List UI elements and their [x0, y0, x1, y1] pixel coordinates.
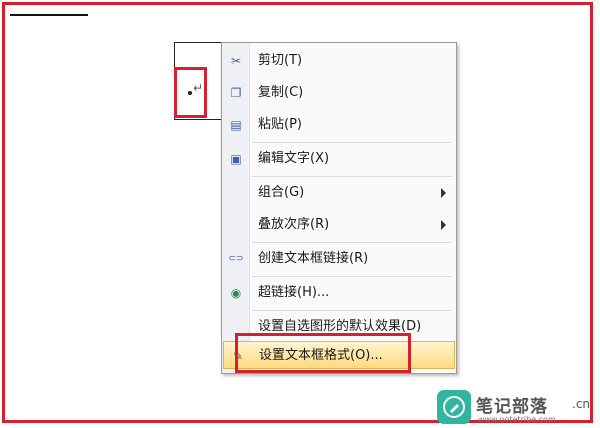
- copy-icon: ❐: [230, 86, 242, 100]
- menu-item-label: 创建文本框链接(R): [258, 251, 369, 266]
- watermark-brand: 笔记部落: [476, 397, 548, 417]
- menu-item-label: 编辑文字(X): [258, 151, 330, 166]
- menu-item-label: 组合(G): [258, 185, 305, 200]
- menu-item-label: 超链接(H)...: [258, 285, 330, 300]
- menu-item-highlight: [235, 333, 411, 373]
- menu-item-cut[interactable]: ✂ 剪切(T): [222, 47, 456, 75]
- globe-icon: ◉: [230, 286, 242, 300]
- textbox-highlight: [174, 67, 207, 118]
- menu-item-edit-text[interactable]: ▣ 编辑文字(X): [222, 145, 456, 173]
- paste-icon: ▤: [230, 118, 242, 132]
- menu-item-order[interactable]: 叠放次序(R): [222, 211, 456, 239]
- menu-item-paste[interactable]: ▤ 粘贴(P): [222, 111, 456, 139]
- menu-separator: [252, 310, 452, 311]
- menu-separator: [252, 242, 452, 243]
- scissors-icon: ✂: [230, 54, 242, 68]
- menu-item-copy[interactable]: ❐ 复制(C): [222, 79, 456, 107]
- menu-item-label: 粘贴(P): [258, 117, 302, 132]
- menu-item-label: 复制(C): [258, 85, 304, 100]
- menu-item-hyperlink[interactable]: ◉ 超链接(H)...: [222, 279, 456, 307]
- edit-text-icon: ▣: [230, 152, 242, 166]
- link-icon: ⊂⊃: [228, 254, 244, 264]
- menu-item-label: 剪切(T): [258, 53, 303, 68]
- watermark-logo: 笔记部落 .cn www.notetribe.com: [437, 388, 597, 426]
- watermark-tld: .cn: [572, 397, 591, 411]
- submenu-arrow-icon: [441, 220, 446, 230]
- menu-item-group[interactable]: 组合(G): [222, 179, 456, 207]
- pen-badge-icon: [437, 390, 471, 424]
- context-menu: ✂ 剪切(T) ❐ 复制(C) ▤ 粘贴(P) ▣ 编辑文字(X) 组合(G) …: [221, 42, 457, 374]
- watermark-url: www.notetribe.com: [478, 415, 556, 424]
- menu-item-create-link[interactable]: ⊂⊃ 创建文本框链接(R): [222, 245, 456, 273]
- menu-separator: [252, 142, 452, 143]
- menu-item-label: 叠放次序(R): [258, 217, 330, 232]
- menu-separator: [252, 276, 452, 277]
- menu-separator: [252, 176, 452, 177]
- submenu-arrow-icon: [441, 188, 446, 198]
- document-rule: [10, 14, 88, 16]
